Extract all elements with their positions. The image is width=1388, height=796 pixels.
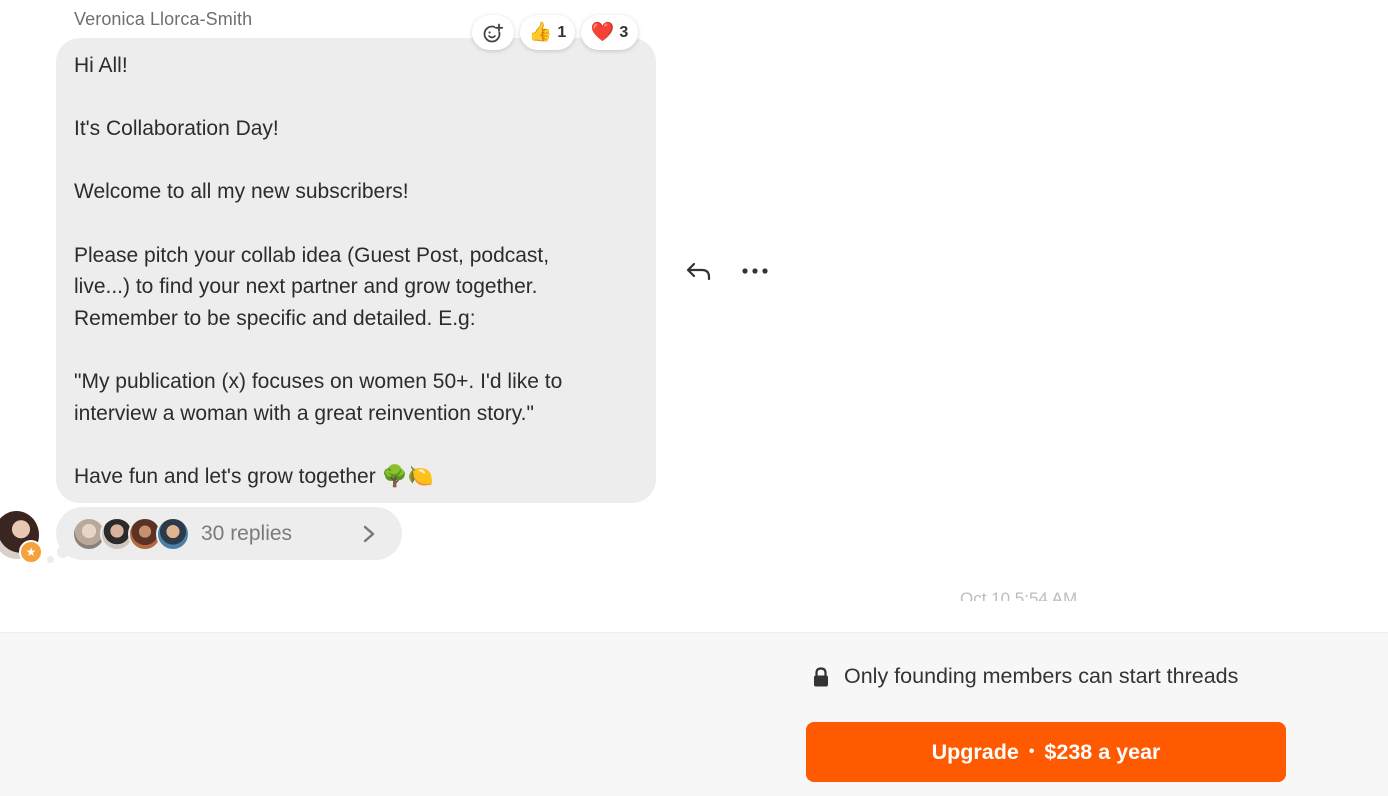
upgrade-button[interactable]: Upgrade • $238 a year: [806, 722, 1286, 782]
message-line: It's Collaboration Day!: [74, 117, 279, 141]
message-body: Hi All! It's Collaboration Day! Welcome …: [74, 50, 644, 492]
message-line: Welcome to all my new subscribers!: [74, 180, 409, 204]
typing-dot: [47, 556, 54, 563]
reply-button[interactable]: [684, 257, 714, 285]
star-badge-icon: ★: [19, 540, 43, 564]
message-line: interview a woman with a great reinventi…: [74, 401, 534, 425]
thread-restriction-notice: Only founding members can start threads: [812, 664, 1238, 689]
replies-label: 30 replies: [201, 521, 293, 545]
message-line: Please pitch your collab idea (Guest Pos…: [74, 243, 550, 267]
heart-icon: ❤️: [590, 21, 615, 43]
reaction-count: 3: [619, 23, 629, 41]
reaction-thumbs-up[interactable]: 👍 1: [520, 15, 575, 50]
reply-icon: [686, 262, 711, 281]
message-line: Remember to be specific and detailed. E.…: [74, 306, 476, 330]
add-reaction-button[interactable]: [472, 15, 514, 50]
reaction-count: 1: [557, 23, 567, 41]
reactions-bar: 👍 1 ❤️ 3: [472, 15, 638, 50]
more-icon: [742, 268, 768, 274]
replies-button[interactable]: 30 replies: [56, 507, 402, 560]
message-line: "My publication (x) focuses on women 50+…: [74, 369, 563, 393]
message-timestamp: Oct 10 5:54 AM: [960, 589, 1078, 601]
upgrade-separator: •: [1028, 743, 1035, 760]
chevron-right-icon: [363, 525, 375, 543]
message-actions: [684, 257, 770, 285]
message-line: Have fun and let's grow together 🌳🍋: [74, 464, 434, 488]
upgrade-price: $238 a year: [1044, 739, 1161, 764]
message-line: live...) to find your next partner and g…: [74, 275, 538, 299]
message-author: Veronica Llorca-Smith: [74, 9, 253, 29]
reply-avatar: [156, 516, 190, 551]
more-options-button[interactable]: [740, 257, 770, 285]
upgrade-label: Upgrade: [931, 739, 1019, 764]
thumbs-up-icon: 👍: [528, 21, 553, 43]
lock-icon: [814, 666, 828, 686]
reaction-heart[interactable]: ❤️ 3: [581, 15, 638, 50]
message-line: Hi All!: [74, 54, 128, 77]
notice-text: Only founding members can start threads: [844, 664, 1239, 688]
add-reaction-icon: [483, 23, 504, 42]
reply-avatars: [72, 516, 190, 551]
